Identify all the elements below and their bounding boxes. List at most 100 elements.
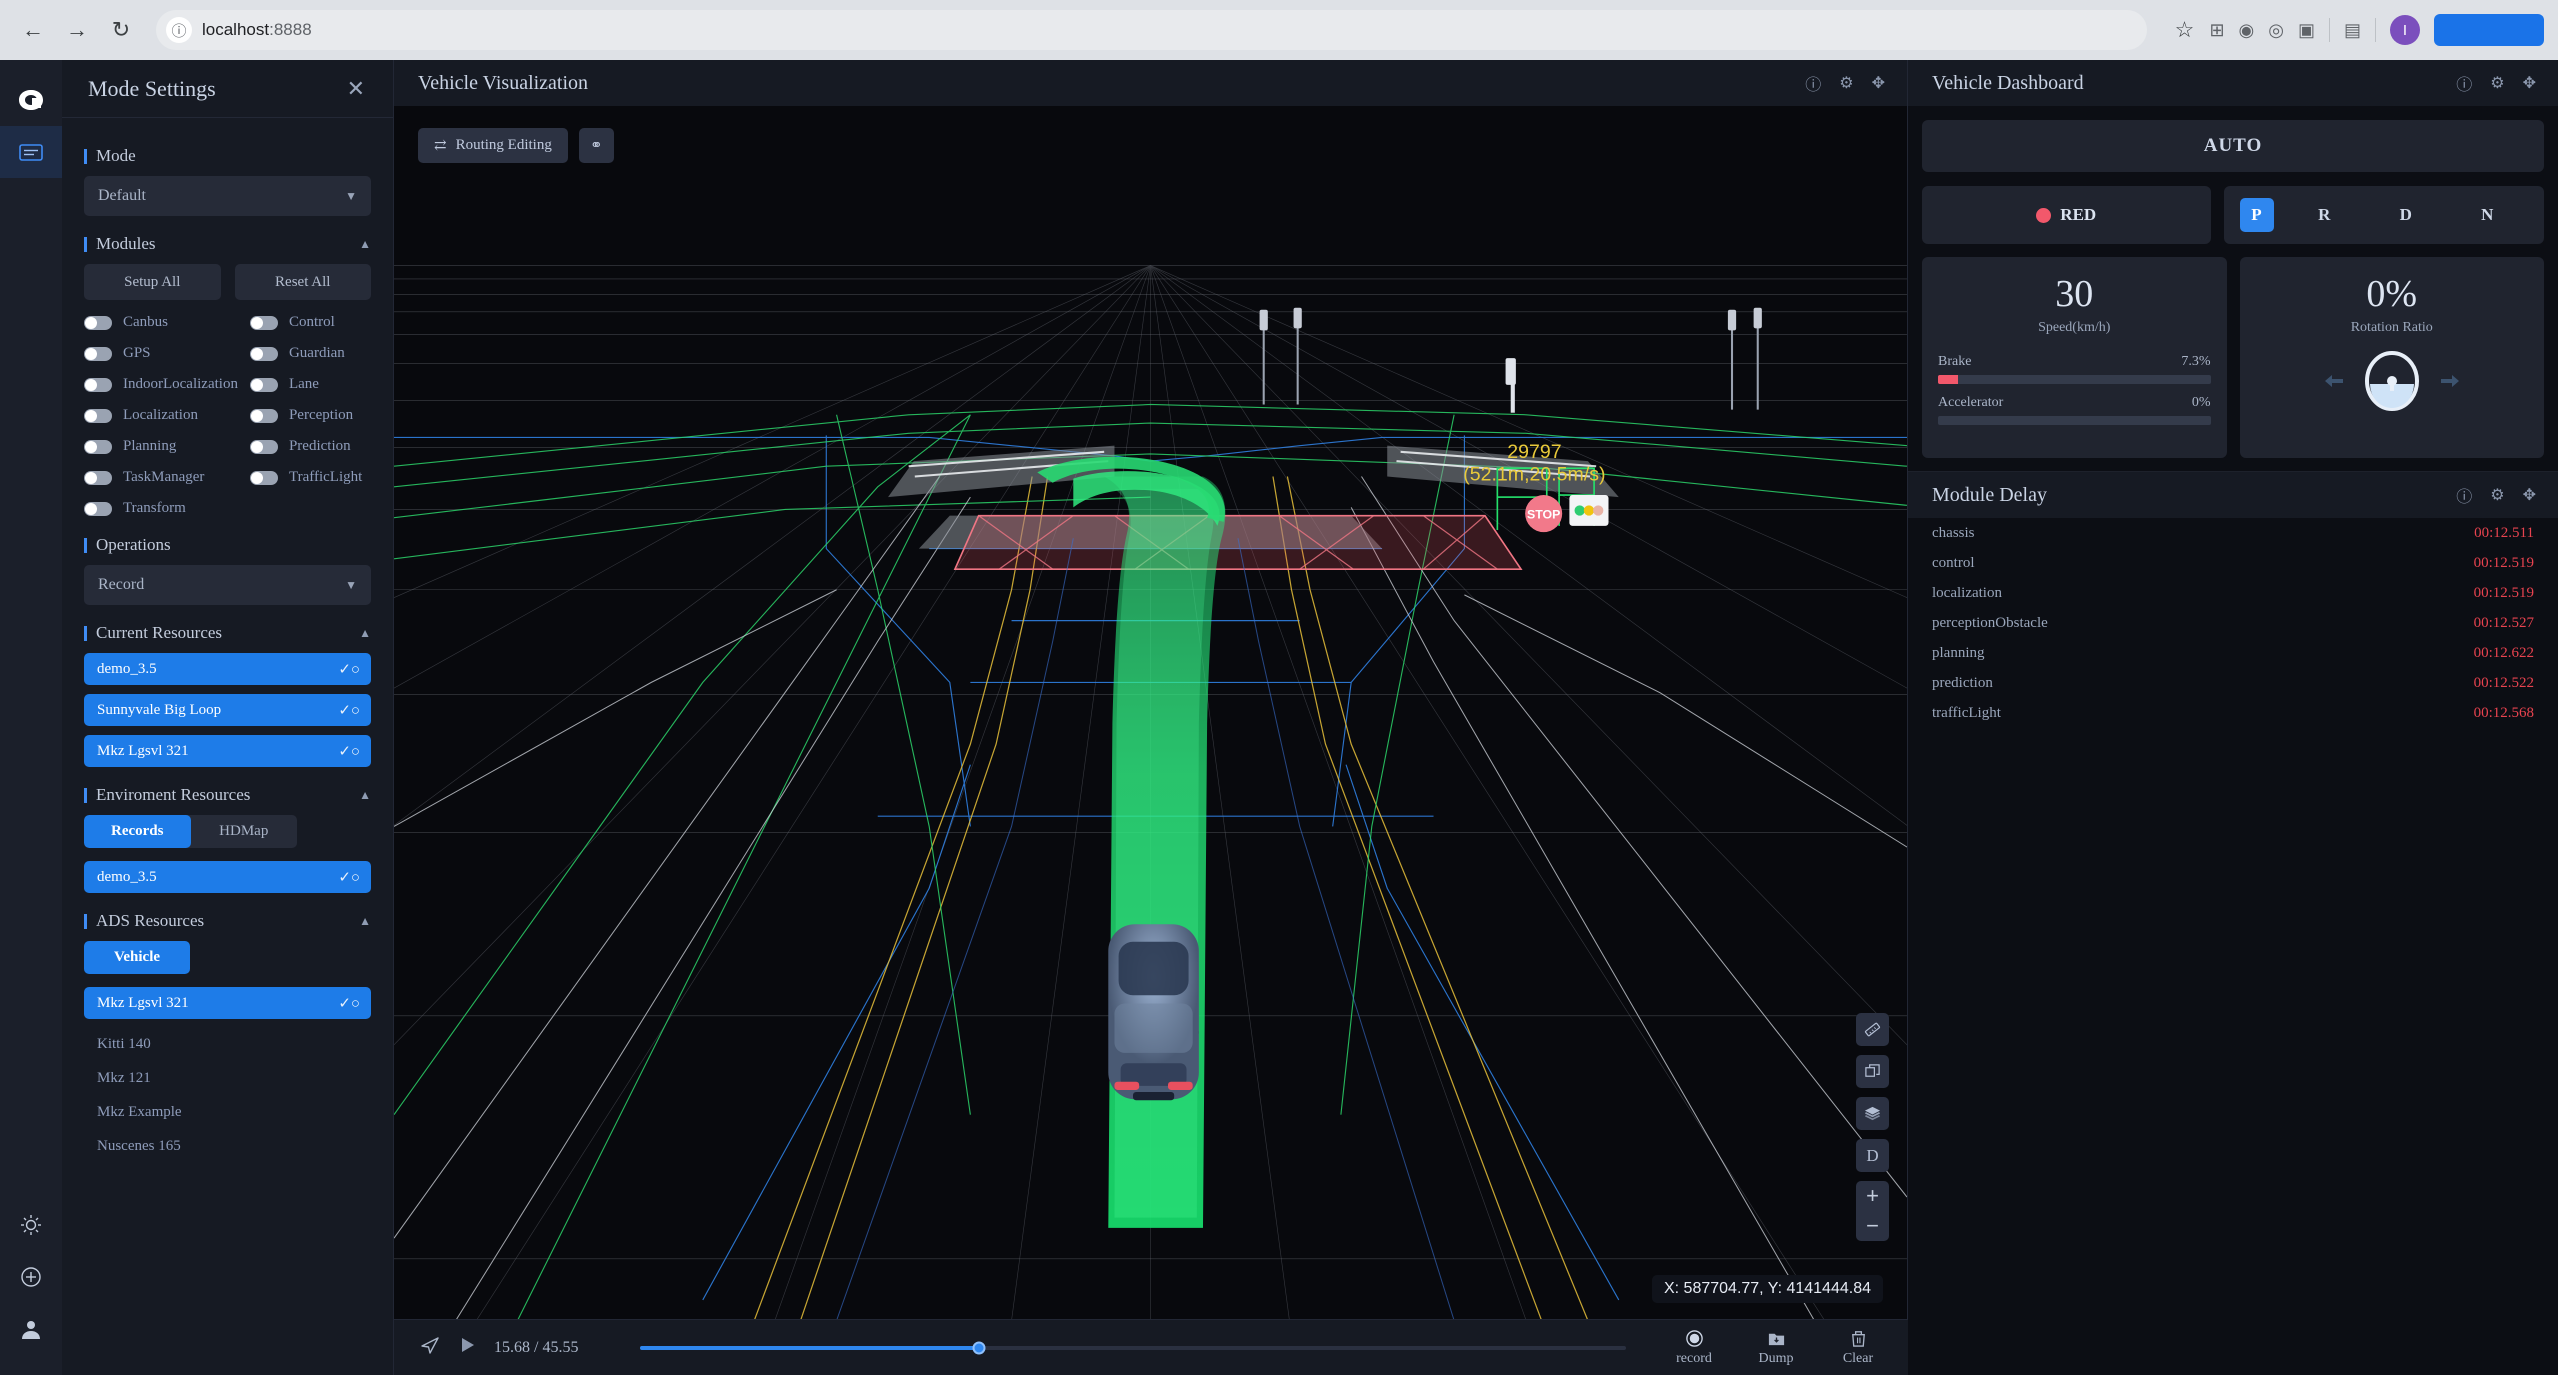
ads-resource-item[interactable]: Kitti 140 <box>84 1028 371 1060</box>
gear-icon[interactable]: ⚙ <box>1839 73 1853 93</box>
playback-knob[interactable] <box>972 1341 986 1354</box>
sidebar-item-mode-settings[interactable] <box>0 126 62 178</box>
profile-icon[interactable] <box>0 1303 62 1355</box>
toggle-switch[interactable] <box>249 377 278 392</box>
toggle-switch[interactable] <box>84 439 112 454</box>
gear-d[interactable]: D <box>2365 205 2447 225</box>
toggle-switch[interactable] <box>249 439 278 454</box>
toggle-switch[interactable] <box>84 408 112 423</box>
gear-n[interactable]: N <box>2447 205 2529 225</box>
ads-resource-item[interactable]: Nuscenes 165 <box>84 1130 371 1162</box>
add-panel-icon[interactable] <box>0 1251 62 1303</box>
module-toggle-row[interactable]: GPS <box>84 345 238 362</box>
3d-scene[interactable]: STOP 29797 (52.1m,20.5m/s) <box>394 106 1907 1319</box>
module-toggle-row[interactable]: Canbus <box>84 314 238 331</box>
chevron-up-icon[interactable]: ▲ <box>359 626 371 641</box>
module-toggle-row[interactable]: Localization <box>84 407 238 424</box>
clear-button[interactable]: Clear <box>1826 1329 1890 1367</box>
extensions-icon[interactable]: ▣ <box>2298 20 2315 41</box>
environment-resource-selected[interactable]: demo_3.5 ✓○ <box>84 861 371 893</box>
module-toggle-row[interactable]: Guardian <box>249 345 371 362</box>
gear-icon[interactable]: ⚙ <box>2490 73 2504 93</box>
reload-icon[interactable]: ↻ <box>102 11 140 49</box>
zoom-controls: + − <box>1856 1181 1889 1241</box>
ads-resource-selected[interactable]: Mkz Lgsvl 321 ✓○ <box>84 987 371 1019</box>
module-toggle-row[interactable]: Prediction <box>249 438 371 455</box>
current-resource-item[interactable]: Mkz Lgsvl 321 ✓○ <box>84 735 371 767</box>
route-settings-button[interactable]: ⚭ <box>578 128 614 163</box>
current-resource-item[interactable]: demo_3.5 ✓○ <box>84 653 371 685</box>
toggle-switch[interactable] <box>249 315 278 330</box>
gear-p[interactable]: P <box>2239 198 2274 232</box>
help-icon[interactable]: ⓘ <box>2456 71 2472 95</box>
info-circle-icon[interactable]: ⓘ <box>166 17 192 43</box>
setup-all-button[interactable]: Setup All <box>84 264 221 300</box>
address-bar[interactable]: ⓘ localhost:8888 <box>156 10 2148 50</box>
reset-all-button[interactable]: Reset All <box>234 264 371 300</box>
toggle-switch[interactable] <box>249 346 278 361</box>
direction-icon[interactable]: D <box>1856 1139 1889 1172</box>
expand-icon[interactable]: ✥ <box>2523 73 2536 93</box>
current-resource-item[interactable]: Sunnyvale Big Loop ✓○ <box>84 694 371 726</box>
tab-records[interactable]: Records <box>84 815 191 848</box>
toggle-knob <box>250 471 263 484</box>
toggle-switch[interactable] <box>84 470 112 485</box>
send-icon[interactable] <box>420 1335 440 1360</box>
ruler-icon[interactable] <box>1856 1013 1889 1046</box>
chevron-up-icon[interactable]: ▲ <box>359 788 371 803</box>
ads-resource-item[interactable]: Mkz Example <box>84 1096 371 1128</box>
tab-hdmap[interactable]: HDMap <box>191 815 298 848</box>
module-toggle-row[interactable]: TaskManager <box>84 469 238 486</box>
toggle-switch[interactable] <box>249 470 278 485</box>
speed-value: 30 <box>2055 273 2094 315</box>
chevron-up-icon[interactable]: ▲ <box>359 914 371 929</box>
mode-select[interactable]: Default ▼ <box>84 176 371 216</box>
tab-vehicle[interactable]: Vehicle <box>84 941 190 974</box>
vehicle-visualization-body[interactable]: ⇄ Routing Editing ⚭ STOP 29797 (52.1m,20… <box>394 106 1907 1319</box>
play-icon[interactable] <box>458 1336 476 1359</box>
record-button[interactable]: record <box>1662 1329 1726 1367</box>
module-toggle-row[interactable]: IndoorLocalization <box>84 376 238 393</box>
gear-icon[interactable]: ⚙ <box>2490 485 2504 505</box>
bookmark-star-icon[interactable]: ☆ <box>2165 11 2203 49</box>
theme-icon[interactable] <box>0 1199 62 1251</box>
zoom-out-button[interactable]: − <box>1856 1211 1889 1241</box>
forward-arrow-icon[interactable]: → <box>58 11 96 49</box>
zoom-in-button[interactable]: + <box>1856 1181 1889 1211</box>
browser-action-button[interactable] <box>2434 14 2544 46</box>
copy-icon[interactable] <box>1856 1055 1889 1088</box>
browser-toolbar: ← → ↻ ⓘ localhost:8888 ☆ ⊞ ◉ ◎ ▣ ▤ I <box>0 0 2558 60</box>
toggle-switch[interactable] <box>84 315 112 330</box>
toggle-switch[interactable] <box>84 501 112 516</box>
toggle-knob <box>250 440 263 453</box>
module-toggle-row[interactable]: TrafficLight <box>249 469 371 486</box>
module-toggle-row[interactable]: Transform <box>84 500 238 517</box>
operations-select[interactable]: Record ▼ <box>84 565 371 605</box>
chevron-up-icon[interactable]: ▲ <box>359 237 371 252</box>
layers-icon[interactable] <box>1856 1097 1889 1130</box>
toggle-switch[interactable] <box>84 377 112 392</box>
toggle-switch[interactable] <box>84 346 112 361</box>
expand-icon[interactable]: ✥ <box>1872 73 1885 93</box>
close-icon[interactable]: ✕ <box>347 77 365 100</box>
avatar[interactable]: I <box>2390 15 2420 45</box>
back-arrow-icon[interactable]: ← <box>14 11 52 49</box>
shield-icon[interactable]: ◉ <box>2239 20 2255 41</box>
expand-icon[interactable]: ✥ <box>2523 485 2536 505</box>
module-toggle-row[interactable]: Control <box>249 314 371 331</box>
ads-resources-list: Kitti 140 Mkz 121 Mkz Example Nuscenes 165 <box>84 1028 371 1162</box>
playback-track[interactable] <box>640 1341 1626 1354</box>
dump-button[interactable]: Dump <box>1744 1329 1808 1367</box>
ads-resource-item[interactable]: Mkz 121 <box>84 1062 371 1094</box>
module-toggle-row[interactable]: Planning <box>84 438 238 455</box>
media-icon[interactable]: ▤ <box>2344 20 2361 41</box>
link-icon[interactable]: ⊞ <box>2209 20 2224 41</box>
help-icon[interactable]: ⓘ <box>1805 71 1821 95</box>
gear-r[interactable]: R <box>2284 205 2366 225</box>
module-toggle-row[interactable]: Lane <box>249 376 371 393</box>
help-icon[interactable]: ⓘ <box>2456 483 2472 507</box>
module-toggle-row[interactable]: Perception <box>249 407 371 424</box>
toggle-switch[interactable] <box>249 408 278 423</box>
routing-editing-button[interactable]: ⇄ Routing Editing <box>418 128 568 163</box>
translate-icon[interactable]: ◎ <box>2268 20 2284 41</box>
